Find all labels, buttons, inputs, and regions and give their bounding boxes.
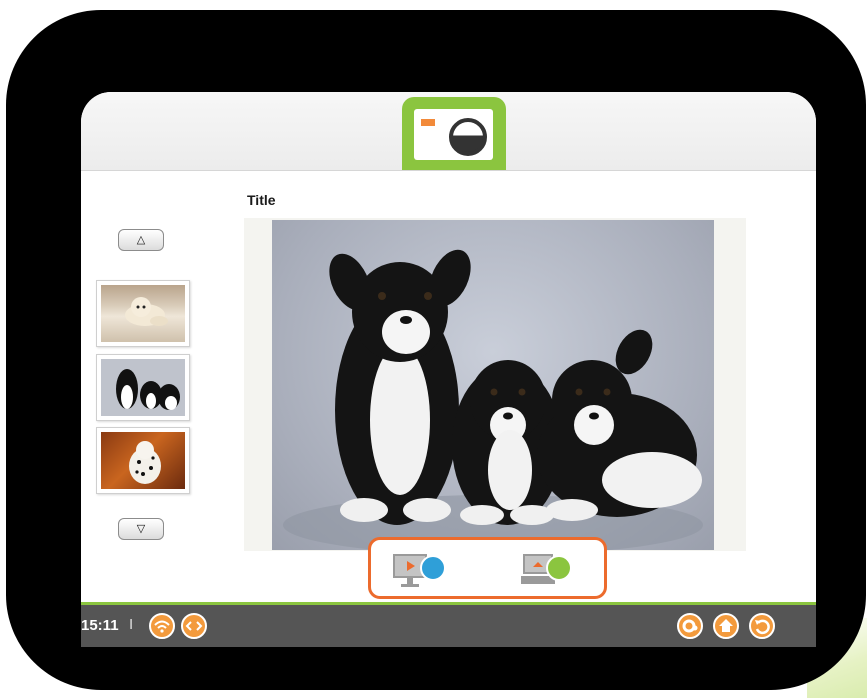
scroll-down-button[interactable]: ▽ <box>118 518 164 540</box>
separator: I <box>129 616 134 633</box>
home-icon[interactable] <box>713 613 739 639</box>
scroll-up-button[interactable]: △ <box>118 229 164 251</box>
thumbnail-3[interactable] <box>96 427 190 494</box>
camera-lens <box>449 118 487 156</box>
dalmatian-puppy-image <box>129 441 161 484</box>
status-bar: 15:11 I <box>81 602 816 647</box>
clock: 15:11 <box>81 617 119 634</box>
code-icon[interactable] <box>181 613 207 639</box>
puppy-thumbnail-1 <box>101 285 185 342</box>
device-frame: Title △ ▽ 15:11 I <box>6 10 866 690</box>
puppy-thumbnail-3 <box>101 432 185 489</box>
header-bar <box>81 92 816 171</box>
action-buttons-group <box>368 537 607 599</box>
device-connect-icon[interactable] <box>521 550 577 590</box>
settings-icon[interactable] <box>677 613 703 639</box>
photo-title: Title <box>247 192 276 208</box>
wifi-icon[interactable] <box>149 613 175 639</box>
puppy-thumbnail-2 <box>101 359 185 416</box>
collie-puppies-photo <box>283 249 703 550</box>
screen: Title △ ▽ 15:11 I <box>81 92 816 647</box>
thumbnail-2[interactable] <box>96 354 190 421</box>
camera-body <box>414 109 493 160</box>
golden-puppy-image <box>125 297 168 326</box>
screen-play-icon[interactable] <box>393 550 449 590</box>
thumbnail-1[interactable] <box>96 280 190 347</box>
back-icon[interactable] <box>749 613 775 639</box>
collie-puppies-image <box>116 369 180 410</box>
main-photo <box>272 220 714 550</box>
camera-flash <box>421 119 435 126</box>
camera-icon[interactable] <box>402 97 506 170</box>
